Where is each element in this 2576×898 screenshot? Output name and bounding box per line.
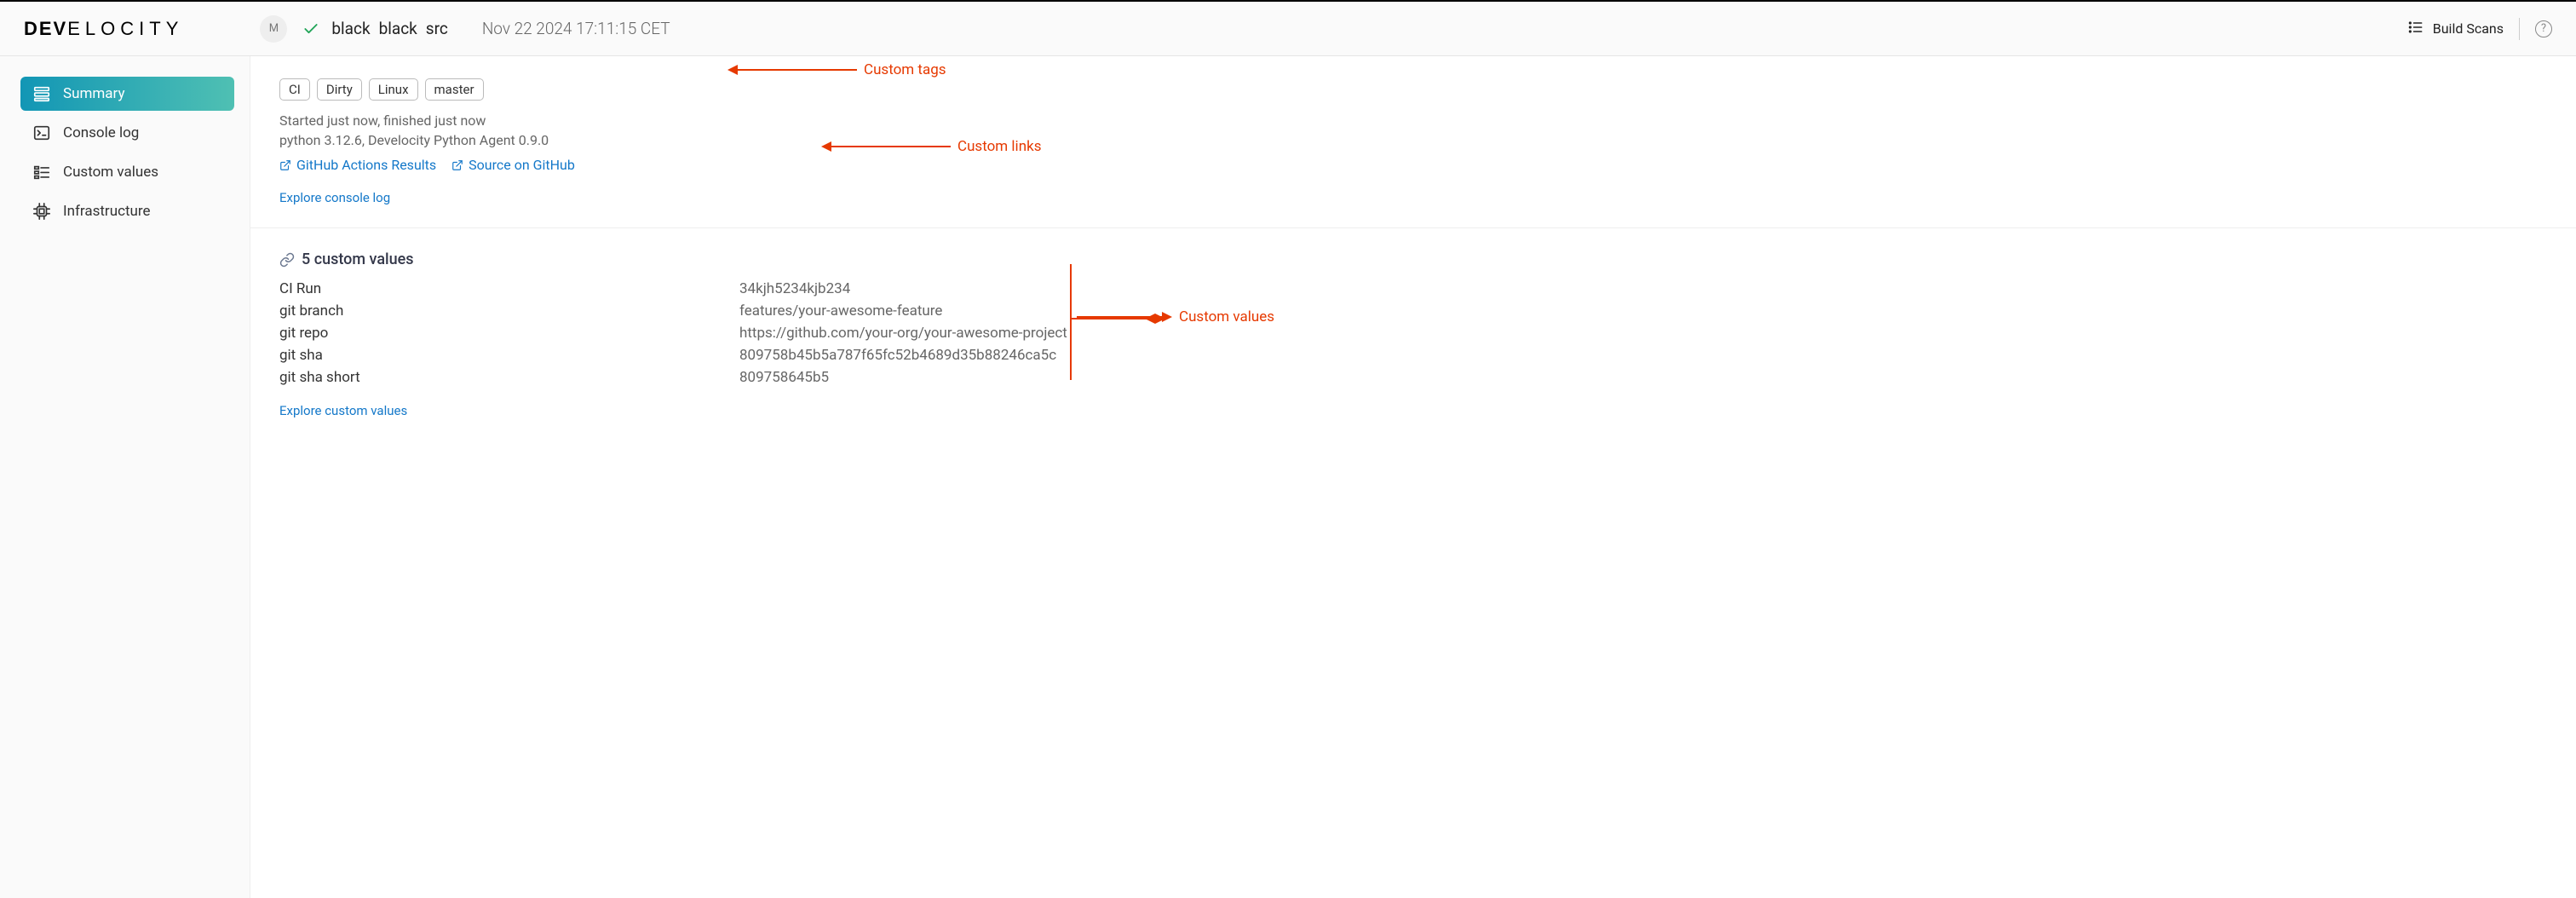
avatar[interactable]: M (260, 15, 287, 43)
link-chain-icon (279, 252, 295, 268)
brand-logo: DEVELOCITY (24, 18, 183, 40)
tag[interactable]: master (425, 78, 484, 101)
sidebar-item-console-log[interactable]: Console log (20, 116, 234, 150)
started-finished-text: Started just now, finished just now (279, 112, 2547, 129)
kv-val: 34kjh5234kjb234 (739, 280, 2547, 297)
kv-val: 809758b45b5a787f65fc52b4689d35b88246ca5c (739, 347, 2547, 364)
sidebar-item-label: Custom values (63, 164, 158, 181)
custom-link-github-actions[interactable]: GitHub Actions Results (279, 157, 436, 173)
tag[interactable]: CI (279, 78, 310, 101)
main-content: CI Dirty Linux master Started just now, … (250, 56, 2576, 898)
custom-links-row: GitHub Actions Results Source on GitHub (279, 157, 2547, 173)
kv-key: git repo (279, 325, 739, 342)
key-value-icon (32, 163, 51, 181)
sidebar-item-label: Summary (63, 85, 124, 102)
kv-key: git branch (279, 302, 739, 319)
sidebar-item-label: Console log (63, 124, 139, 141)
build-timestamp: Nov 22 2024 17:11:15 CET (482, 19, 670, 38)
external-link-icon (451, 159, 463, 171)
explore-custom-values-link[interactable]: Explore custom values (279, 403, 407, 418)
sidebar-item-label: Infrastructure (63, 203, 151, 220)
custom-values-title: 5 custom values (302, 250, 414, 268)
sidebar-item-summary[interactable]: Summary (20, 77, 234, 111)
kv-key: CI Run (279, 280, 739, 297)
annotation-label: Custom tags (864, 61, 946, 78)
annotation-custom-tags: Custom tags (727, 61, 946, 78)
custom-link-source-github[interactable]: Source on GitHub (451, 157, 575, 173)
kv-val: features/your-awesome-feature (739, 302, 2547, 319)
build-scans-label: Build Scans (2433, 20, 2504, 37)
cpu-icon (32, 202, 51, 221)
link-label: GitHub Actions Results (296, 157, 436, 173)
annotation-custom-values-arrow: Custom values (1077, 308, 1274, 325)
list-icon (2407, 19, 2424, 39)
tag[interactable]: Dirty (317, 78, 362, 101)
summary-icon (32, 84, 51, 103)
kv-val: 809758645b5 (739, 369, 2547, 386)
annotation-label: Custom links (957, 138, 1041, 155)
sidebar-item-custom-values[interactable]: Custom values (20, 155, 234, 189)
kv-key: git sha (279, 347, 739, 364)
build-scans-link[interactable]: Build Scans (2407, 19, 2504, 39)
kv-key: git sha short (279, 369, 739, 386)
terminal-icon (32, 124, 51, 142)
external-link-icon (279, 159, 291, 171)
environment-text: python 3.12.6, Develocity Python Agent 0… (279, 132, 2547, 148)
explore-console-log-link[interactable]: Explore console log (279, 190, 390, 205)
sidebar: Summary Console log Custom values Infras… (0, 56, 250, 898)
kv-val: https://github.com/your-org/your-awesome… (739, 325, 2547, 342)
crumb[interactable]: src (426, 19, 448, 38)
crumb[interactable]: black (379, 19, 417, 38)
custom-values-panel: 5 custom values CI Run 34kjh5234kjb234 g… (250, 228, 2576, 440)
tag[interactable]: Linux (369, 78, 418, 101)
topbar: DEVELOCITY M black black src Nov 22 2024… (0, 0, 2576, 56)
crumb[interactable]: black (331, 19, 370, 38)
help-icon[interactable]: ? (2535, 20, 2552, 37)
link-label: Source on GitHub (469, 157, 575, 173)
breadcrumb: black black src (331, 19, 447, 38)
custom-values-table: CI Run 34kjh5234kjb234 git branch featur… (279, 280, 2547, 386)
annotation-custom-links: Custom links (821, 138, 1041, 155)
sidebar-item-infrastructure[interactable]: Infrastructure (20, 194, 234, 228)
divider (2519, 18, 2520, 40)
custom-values-header: 5 custom values (279, 250, 2547, 268)
check-icon (302, 20, 319, 37)
annotation-label: Custom values (1179, 308, 1274, 325)
tag-row: CI Dirty Linux master (279, 78, 2547, 101)
summary-panel: CI Dirty Linux master Started just now, … (250, 56, 2576, 228)
